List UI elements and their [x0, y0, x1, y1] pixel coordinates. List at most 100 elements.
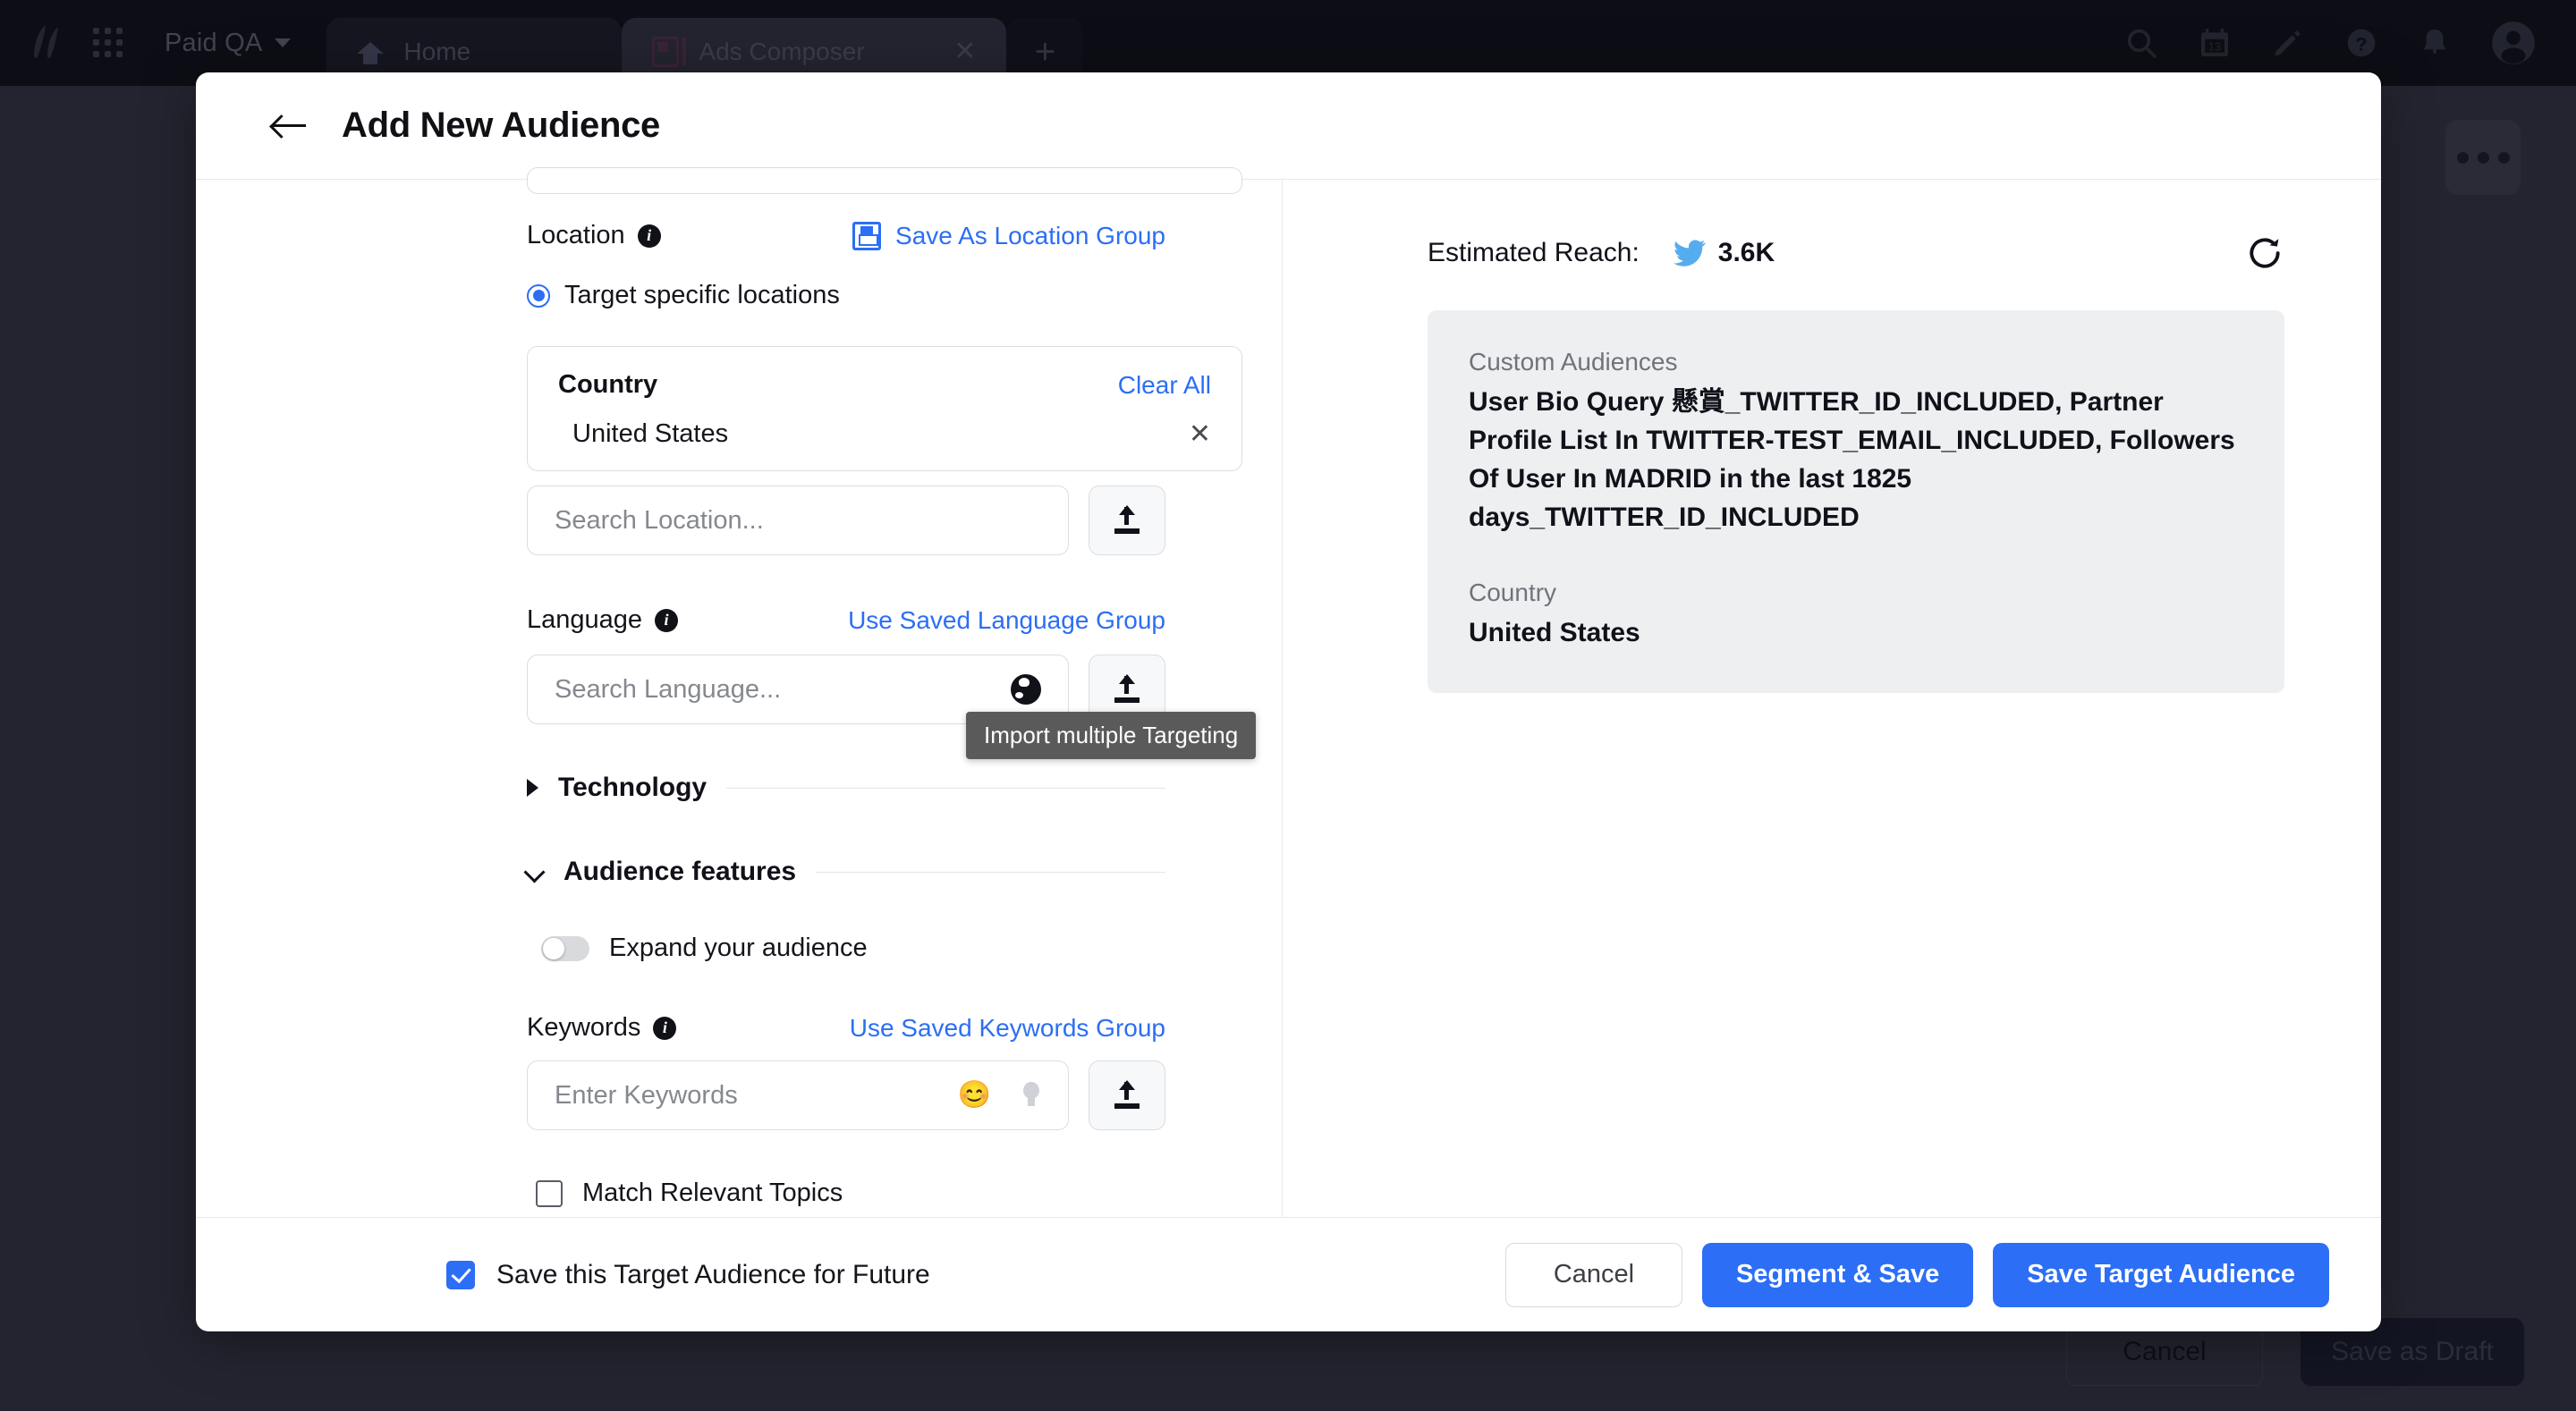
match-relevant-topics-checkbox[interactable] — [536, 1179, 563, 1207]
target-specific-locations-label: Target specific locations — [564, 281, 840, 309]
save-as-location-group-label: Save As Location Group — [895, 221, 1165, 249]
refresh-icon[interactable] — [2245, 233, 2284, 273]
home-icon — [357, 38, 385, 65]
lightbulb-icon[interactable] — [1021, 1082, 1041, 1109]
import-keywords-button[interactable] — [1089, 1060, 1165, 1130]
selected-location-item: United States ✕ — [558, 419, 1211, 449]
search-location-input[interactable]: Search Location... — [527, 486, 1069, 555]
section-divider — [726, 787, 1165, 789]
segment-and-save-button[interactable]: Segment & Save — [1701, 1242, 1974, 1307]
summary-value: User Bio Query 懸賞_TWITTER_ID_INCLUDED, P… — [1469, 387, 2235, 532]
summary-block-custom-audiences: Custom Audiences User Bio Query 懸賞_TWITT… — [1469, 348, 2243, 537]
save-for-future-checkbox[interactable] — [446, 1260, 475, 1289]
technology-section-header[interactable]: Technology — [527, 773, 1165, 803]
previous-field-partial — [527, 167, 1242, 194]
keywords-section: Keywords i Use Saved Keywords Group Ente… — [527, 1013, 1165, 1130]
twitter-icon — [1673, 240, 1706, 266]
dialog-footer: Save this Target Audience for Future Can… — [196, 1217, 2381, 1331]
save-as-location-group-link[interactable]: Save As Location Group — [852, 221, 1165, 250]
save-target-audience-button[interactable]: Save Target Audience — [1993, 1242, 2329, 1307]
calendar-icon[interactable]: 13 — [2197, 25, 2233, 61]
svg-text:?: ? — [2355, 32, 2367, 55]
audience-features-section-header[interactable]: Audience features — [527, 857, 1165, 887]
keywords-label: Keywords i — [527, 1013, 677, 1043]
info-icon[interactable]: i — [637, 224, 661, 248]
bell-icon[interactable] — [2417, 25, 2453, 61]
upload-icon — [1112, 1080, 1142, 1111]
dialog-header: Add New Audience — [196, 72, 2381, 180]
page-title: Add New Audience — [342, 106, 660, 145]
target-specific-locations-radio[interactable]: Target specific locations — [527, 281, 1165, 310]
edit-icon[interactable] — [2270, 25, 2306, 61]
search-location-placeholder: Search Location... — [555, 505, 764, 535]
estimated-reach-row: Estimated Reach: 3.6K — [1428, 233, 2284, 273]
emoji-icon[interactable]: 😊 — [958, 1082, 991, 1109]
selected-country-title: Country — [558, 370, 658, 399]
footer-actions: Cancel Segment & Save Save Target Audien… — [1504, 1242, 2329, 1307]
selected-location-name: United States — [572, 419, 729, 448]
chevron-down-icon — [275, 38, 292, 47]
add-new-audience-dialog: Add New Audience Location i Save As Loca… — [196, 72, 2381, 1331]
use-saved-keywords-group-link[interactable]: Use Saved Keywords Group — [850, 1014, 1165, 1043]
info-icon[interactable]: i — [655, 608, 679, 632]
summary-label: Custom Audiences — [1469, 348, 1678, 376]
search-icon[interactable] — [2123, 25, 2159, 61]
save-for-future-label: Save this Target Audience for Future — [496, 1259, 930, 1289]
close-icon[interactable]: ✕ — [953, 38, 976, 65]
keywords-placeholder: Enter Keywords — [555, 1080, 738, 1110]
location-label-text: Location — [527, 221, 625, 249]
save-for-future-row[interactable]: Save this Target Audience for Future — [446, 1260, 930, 1290]
upload-icon — [1112, 674, 1142, 705]
help-icon[interactable]: ? — [2343, 25, 2379, 61]
clear-all-button[interactable]: Clear All — [1118, 371, 1211, 400]
location-section: Location i Save As Location Group Target… — [527, 180, 1242, 555]
summary-value: United States — [1469, 617, 1640, 647]
audience-features-title: Audience features — [564, 857, 797, 886]
match-relevant-topics-label: Match Relevant Topics — [582, 1179, 843, 1207]
expand-your-audience-toggle-row[interactable]: Expand your audience — [527, 934, 1165, 963]
language-section: Language i Use Saved Language Group Sear… — [527, 605, 1165, 724]
summary-block-country: Country United States — [1469, 579, 2243, 653]
section-divider — [816, 871, 1165, 873]
app-root: Paid QA Home Ads Composer ✕ + 13 ? Cance… — [0, 0, 2576, 1411]
targeting-form-pane: Location i Save As Location Group Target… — [196, 167, 1283, 1217]
language-label: Language i — [527, 605, 679, 635]
remove-location-icon[interactable]: ✕ — [1189, 420, 1211, 448]
info-icon[interactable]: i — [653, 1016, 677, 1040]
workspace-selector[interactable]: Paid QA — [165, 28, 292, 58]
targeting-summary-card: Custom Audiences User Bio Query 懸賞_TWITT… — [1428, 310, 2284, 694]
estimated-reach-value: 3.6K — [1717, 238, 1775, 267]
expand-your-audience-label: Expand your audience — [609, 934, 868, 962]
selected-locations-box: Country Clear All United States ✕ — [527, 346, 1242, 471]
location-label: Location i — [527, 221, 661, 250]
cancel-button[interactable]: Cancel — [1504, 1242, 1682, 1307]
search-language-placeholder: Search Language... — [555, 674, 782, 704]
use-saved-language-group-link[interactable]: Use Saved Language Group — [848, 606, 1165, 635]
globe-icon[interactable] — [1011, 674, 1041, 705]
tab-home-label: Home — [403, 38, 471, 65]
estimated-reach-label: Estimated Reach: — [1428, 238, 1640, 267]
radio-icon — [527, 283, 550, 308]
import-location-targeting-button[interactable] — [1089, 486, 1165, 555]
chevron-down-icon — [527, 864, 544, 881]
expand-your-audience-toggle[interactable] — [541, 935, 589, 961]
save-icon — [852, 221, 882, 250]
summary-label: Country — [1469, 578, 1557, 606]
svg-text:13: 13 — [2208, 40, 2221, 53]
chevron-right-icon — [527, 779, 538, 797]
keywords-input[interactable]: Enter Keywords 😊 — [527, 1060, 1069, 1130]
tab-ads-composer-label: Ads Composer — [699, 38, 865, 65]
dialog-body: Location i Save As Location Group Target… — [196, 167, 2381, 1217]
app-logo-icon[interactable] — [21, 18, 72, 68]
language-label-text: Language — [527, 605, 643, 634]
app-switcher-icon[interactable] — [93, 28, 123, 58]
back-arrow-icon[interactable] — [272, 113, 308, 139]
avatar-icon[interactable] — [2490, 20, 2537, 66]
more-options-icon[interactable] — [2445, 120, 2521, 195]
match-relevant-topics-row[interactable]: Match Relevant Topics — [527, 1179, 1165, 1208]
composer-icon — [652, 37, 687, 67]
keywords-label-text: Keywords — [527, 1013, 641, 1042]
workspace-label: Paid QA — [165, 28, 263, 57]
top-bar-actions: 13 ? — [2123, 20, 2576, 66]
import-targeting-tooltip: Import multiple Targeting — [966, 712, 1257, 759]
